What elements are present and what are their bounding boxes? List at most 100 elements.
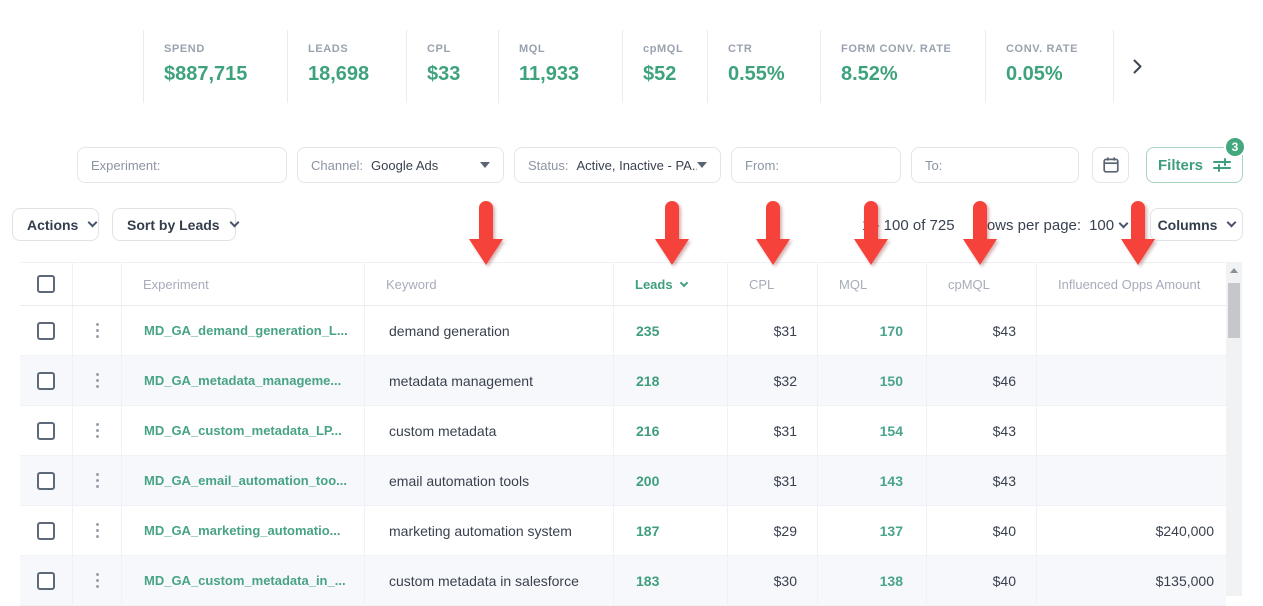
influenced-opps-cell: $240,000 [1036,506,1226,555]
experiment-link[interactable]: MD_GA_metadata_manageme... [121,356,364,405]
row-menu-button[interactable] [92,569,103,592]
chevron-down-icon [1119,219,1129,229]
keyword-cell: custom metadata [364,406,613,455]
status-filter-select[interactable]: Status: Active, Inactive - PA... [514,147,721,183]
date-to-label: To: [925,158,942,173]
influenced-opps-cell [1036,456,1226,505]
kpi-label: CTR [728,43,820,55]
leads-cell: 200 [613,456,727,505]
kpi-metric-mql: MQL 11,933 [498,30,622,103]
date-from-label: From: [745,158,779,173]
kpi-next-button[interactable] [1113,30,1160,103]
date-from-input[interactable]: From: [731,147,901,183]
kpi-label: LEADS [308,43,406,55]
kpi-metric-conv-rate: CONV. RATE 0.05% [985,30,1113,103]
columns-label: Columns [1158,217,1218,233]
kpi-label: cpMQL [643,43,707,55]
experiment-filter-label: Experiment: [91,158,160,173]
kpi-metric-form-conv-rate: FORM CONV. RATE 8.52% [820,30,985,103]
row-checkbox[interactable] [37,322,55,340]
chevron-down-icon [229,218,239,228]
mql-cell: 138 [817,556,926,605]
kpi-value: 0.55% [728,63,820,86]
table-row: MD_GA_demand_generation_L... demand gene… [20,306,1226,356]
select-all-checkbox[interactable] [37,275,55,293]
chevron-down-icon [88,218,98,228]
scrollbar-up-button[interactable] [1226,262,1242,278]
cpl-cell: $30 [727,556,817,605]
column-header-experiment[interactable]: Experiment [121,263,364,305]
experiment-link[interactable]: MD_GA_demand_generation_L... [121,306,364,355]
row-checkbox[interactable] [37,522,55,540]
kpi-value: 0.05% [1006,63,1113,86]
filters-badge: 3 [1224,136,1246,158]
kpi-value: $887,715 [164,63,287,86]
kpi-summary-bar: SPEND $887,715 LEADS 18,698 CPL $33 MQL … [143,30,1160,103]
rows-per-page-value: 100 [1089,217,1114,234]
cpl-cell: $29 [727,506,817,555]
keyword-cell: demand generation [364,306,613,355]
columns-dropdown-button[interactable]: Columns [1150,208,1243,241]
experiment-link[interactable]: MD_GA_custom_metadata_LP... [121,406,364,455]
date-to-input[interactable]: To: [911,147,1079,183]
column-header-leads[interactable]: Leads [613,263,727,305]
leads-cell: 187 [613,506,727,555]
column-header-keyword[interactable]: Keyword [364,263,613,305]
influenced-opps-cell [1036,306,1226,355]
chevron-right-icon [1133,59,1142,74]
keyword-cell: custom metadata in salesforce [364,556,613,605]
cpmql-cell: $40 [926,506,1036,555]
column-header-cpmql[interactable]: cpMQL [926,263,1036,305]
red-arrow-annotation-leads [654,199,690,267]
sort-by-label: Sort by Leads [127,217,220,233]
triangle-up-icon [1230,268,1238,273]
actions-dropdown-button[interactable]: Actions [12,208,99,241]
mql-cell: 154 [817,406,926,455]
experiment-link[interactable]: MD_GA_email_automation_too... [121,456,364,505]
filters-button[interactable]: Filters 3 [1146,147,1243,183]
experiment-link[interactable]: MD_GA_custom_metadata_in_... [121,556,364,605]
row-menu-button[interactable] [92,319,103,342]
mql-cell: 150 [817,356,926,405]
red-arrow-annotation-keyword [468,199,504,267]
kpi-value: $52 [643,63,707,86]
row-checkbox[interactable] [37,572,55,590]
table-row: MD_GA_custom_metadata_LP... custom metad… [20,406,1226,456]
kpi-value: 11,933 [519,63,622,86]
cpmql-cell: $43 [926,306,1036,355]
table-scrollbar[interactable] [1226,262,1242,596]
influenced-opps-cell [1036,406,1226,455]
row-menu-button[interactable] [92,369,103,392]
table-row: MD_GA_custom_metadata_in_... custom meta… [20,556,1226,606]
experiment-filter-input[interactable]: Experiment: [77,147,287,183]
column-header-influenced-opps-amount[interactable]: Influenced Opps Amount [1036,263,1226,305]
cpl-cell: $32 [727,356,817,405]
kpi-label: MQL [519,43,622,55]
cpl-cell: $31 [727,456,817,505]
filters-button-label: Filters [1158,157,1203,174]
rows-per-page-select[interactable]: 100 [1089,217,1127,234]
experiment-link[interactable]: MD_GA_marketing_automatio... [121,506,364,555]
row-menu-button[interactable] [92,519,103,542]
row-checkbox[interactable] [37,472,55,490]
date-picker-button[interactable] [1092,147,1129,183]
cpmql-cell: $40 [926,556,1036,605]
keyword-cell: metadata management [364,356,613,405]
table-header-row: Experiment Keyword Leads CPL MQL cpMQL I… [20,262,1226,306]
keyword-cell: marketing automation system [364,506,613,555]
cpmql-cell: $46 [926,356,1036,405]
row-checkbox[interactable] [37,422,55,440]
row-menu-button[interactable] [92,469,103,492]
row-menu-button[interactable] [92,419,103,442]
scrollbar-thumb[interactable] [1228,283,1240,338]
rows-per-page-control: Rows per page: 100 [976,217,1127,234]
sort-by-dropdown-button[interactable]: Sort by Leads [112,208,236,241]
kpi-label: FORM CONV. RATE [841,43,985,55]
channel-filter-select[interactable]: Channel: Google Ads [297,147,504,183]
column-header-mql[interactable]: MQL [817,263,926,305]
tune-sliders-icon [1213,158,1231,172]
column-header-cpl[interactable]: CPL [727,263,817,305]
cpl-cell: $31 [727,306,817,355]
rows-per-page-label: Rows per page: [976,217,1081,234]
row-checkbox[interactable] [37,372,55,390]
